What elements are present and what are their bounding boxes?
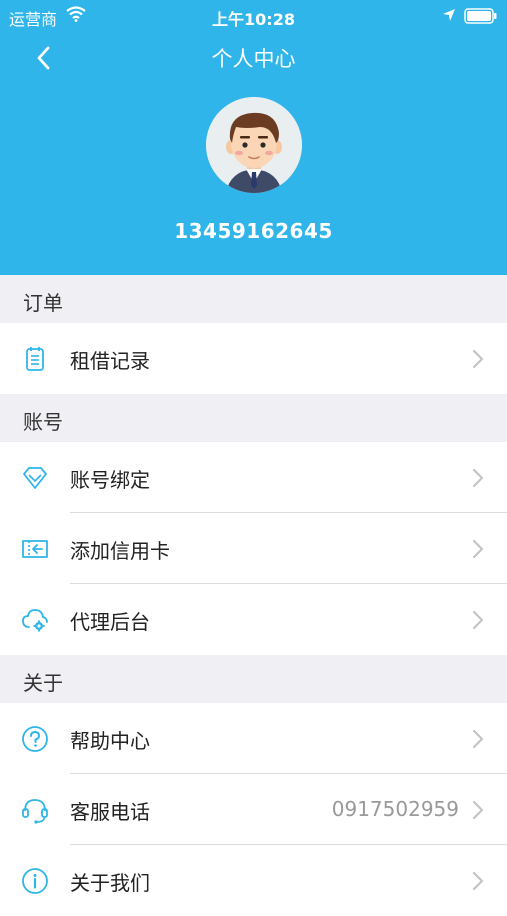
info-icon xyxy=(20,866,50,896)
menu-item-label: 代理后台 xyxy=(70,610,150,634)
service-phone-number: 0917502959 xyxy=(331,797,459,821)
notepad-icon xyxy=(20,344,50,374)
profile-header: 运营商 上午10:28 个人中心 13459162645 xyxy=(0,0,507,275)
chevron-right-icon xyxy=(470,609,486,631)
chevron-right-icon xyxy=(470,799,486,821)
menu-item-label: 租借记录 xyxy=(70,349,150,373)
question-icon xyxy=(20,724,50,754)
section-header-about: 关于 xyxy=(0,655,507,703)
cloud-gear-icon xyxy=(20,605,50,635)
menu-item-account-binding[interactable]: 账号绑定 xyxy=(0,442,507,513)
menu-item-agent-backend[interactable]: 代理后台 xyxy=(0,584,507,655)
status-time: 上午10:28 xyxy=(212,10,295,29)
menu-item-about-us[interactable]: 关于我们 xyxy=(0,845,507,916)
location-arrow-icon xyxy=(442,7,456,26)
menu-item-add-credit-card[interactable]: 添加信用卡 xyxy=(0,513,507,584)
menu-item-label: 账号绑定 xyxy=(70,468,150,492)
diamond-icon xyxy=(20,463,50,493)
chevron-right-icon xyxy=(470,728,486,750)
avatar[interactable] xyxy=(206,97,302,193)
menu-item-customer-service[interactable]: 客服电话 0917502959 xyxy=(0,774,507,845)
section-title: 关于 xyxy=(23,671,63,695)
menu-item-rental-records[interactable]: 租借记录 xyxy=(0,323,507,394)
chevron-right-icon xyxy=(470,538,486,560)
section-title: 订单 xyxy=(23,291,63,315)
battery-icon xyxy=(464,8,498,28)
page-title: 个人中心 xyxy=(211,47,296,71)
chevron-right-icon xyxy=(470,348,486,370)
menu-item-help-center[interactable]: 帮助中心 xyxy=(0,703,507,774)
menu-item-label: 关于我们 xyxy=(70,871,150,895)
user-avatar-icon xyxy=(206,97,302,193)
chevron-right-icon xyxy=(470,870,486,892)
menu-item-label: 添加信用卡 xyxy=(70,539,170,563)
headset-icon xyxy=(20,795,50,825)
chevron-right-icon xyxy=(470,467,486,489)
menu-item-label: 帮助中心 xyxy=(70,729,150,753)
section-title: 账号 xyxy=(23,410,63,434)
section-header-orders: 订单 xyxy=(0,275,507,323)
status-bar: 运营商 上午10:28 xyxy=(0,0,507,34)
section-header-account: 账号 xyxy=(0,394,507,442)
menu-item-label: 客服电话 xyxy=(70,800,150,824)
card-icon xyxy=(20,534,50,564)
user-phone: 13459162645 xyxy=(174,219,333,243)
